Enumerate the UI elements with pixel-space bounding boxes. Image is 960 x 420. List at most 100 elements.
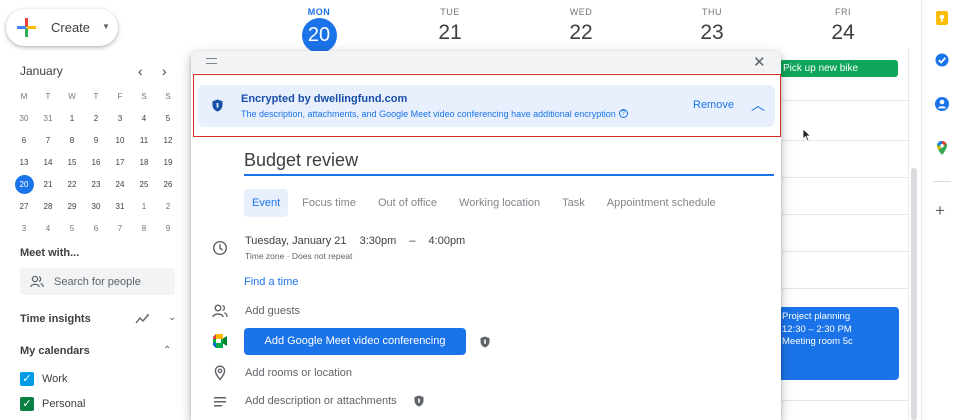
day-number[interactable]: 23 xyxy=(672,21,752,45)
mini-calendar-day[interactable]: 11 xyxy=(132,130,156,152)
mini-calendar-day[interactable]: 9 xyxy=(156,218,180,240)
maps-icon[interactable] xyxy=(934,140,950,156)
event-date[interactable]: Tuesday, January 21 xyxy=(245,235,347,247)
mini-calendar-day[interactable]: 12 xyxy=(156,130,180,152)
contacts-icon[interactable] xyxy=(934,96,950,112)
mini-calendar-day[interactable]: 17 xyxy=(108,152,132,174)
mini-calendar-day[interactable]: 19 xyxy=(156,152,180,174)
mini-calendar-day[interactable]: 2 xyxy=(156,196,180,218)
remove-encryption-button[interactable]: Remove xyxy=(693,99,734,111)
mini-calendar-day[interactable]: 4 xyxy=(36,218,60,240)
help-icon[interactable]: ? xyxy=(618,109,628,118)
mini-calendar-day[interactable]: 6 xyxy=(12,130,36,152)
chevron-down-icon[interactable]: ⌄ xyxy=(168,312,176,323)
mini-calendar-day[interactable]: 30 xyxy=(12,108,36,130)
add-guests-input[interactable]: Add guests xyxy=(245,305,300,317)
day-number[interactable]: 22 xyxy=(541,21,621,45)
mini-calendar-day[interactable]: 26 xyxy=(156,174,180,196)
tasks-icon[interactable] xyxy=(934,52,950,68)
find-a-time-link[interactable]: Find a time xyxy=(244,276,298,288)
my-calendars-title[interactable]: My calendars xyxy=(20,345,90,357)
mini-calendar-day[interactable]: 25 xyxy=(132,174,156,196)
tab-focus-time[interactable]: Focus time xyxy=(294,189,364,217)
event-project-planning[interactable]: Project planning 12:30 – 2:30 PM Meeting… xyxy=(778,307,899,380)
mini-calendar-day[interactable]: 9 xyxy=(84,130,108,152)
search-people-input[interactable]: Search for people xyxy=(20,268,175,295)
mini-calendar-day[interactable]: 8 xyxy=(132,218,156,240)
mini-calendar-day[interactable]: 28 xyxy=(36,196,60,218)
day-number: 16 xyxy=(91,158,101,167)
chevron-left-icon[interactable]: ‹ xyxy=(138,63,143,79)
mini-calendar-day[interactable]: 31 xyxy=(36,108,60,130)
day-number[interactable]: 21 xyxy=(410,21,490,45)
mini-calendar-day[interactable]: 23 xyxy=(84,174,108,196)
day-header-tue[interactable]: TUE 21 xyxy=(410,7,490,45)
event-end-time[interactable]: 4:00pm xyxy=(429,235,466,247)
add-description-input[interactable]: Add description or attachments xyxy=(245,395,397,407)
tab-out-of-office[interactable]: Out of office xyxy=(370,189,445,217)
day-header-fri[interactable]: FRI 24 xyxy=(803,7,883,45)
event-type-tabs: Event Focus time Out of office Working l… xyxy=(244,189,730,217)
day-header-thu[interactable]: THU 23 xyxy=(672,7,752,45)
mini-calendar-day[interactable]: 5 xyxy=(156,108,180,130)
chevron-up-icon[interactable]: ︿ xyxy=(751,95,765,115)
mini-calendar-day[interactable]: 4 xyxy=(132,108,156,130)
calendar-item-personal[interactable]: ✓ Personal xyxy=(20,396,170,412)
add-addon-icon[interactable]: + xyxy=(935,202,945,219)
mini-calendar-day[interactable]: 16 xyxy=(84,152,108,174)
mini-calendar-day[interactable]: 14 xyxy=(36,152,60,174)
insights-sparkle-icon[interactable] xyxy=(135,313,151,325)
calendar-item-work[interactable]: ✓ Work xyxy=(20,371,170,387)
event-start-time[interactable]: 3:30pm xyxy=(360,235,397,247)
day-header-wed[interactable]: WED 22 xyxy=(541,7,621,45)
mini-calendar-day[interactable]: 7 xyxy=(108,218,132,240)
day-header-mon[interactable]: MON 20 xyxy=(279,7,359,53)
scrollbar-thumb[interactable] xyxy=(911,168,917,420)
mini-calendar-day[interactable]: 1 xyxy=(132,196,156,218)
time-insights-title[interactable]: Time insights xyxy=(20,313,91,325)
event-pick-up-bike[interactable]: Pick up new bike xyxy=(780,60,898,77)
mini-calendar-day[interactable]: 30 xyxy=(84,196,108,218)
sidebar: Create ▼ January ‹ › M T W T F S S 30 31 1 2 3 4 5 6 7 8… xyxy=(0,0,190,420)
day-number[interactable]: 24 xyxy=(803,21,883,45)
tab-working-location[interactable]: Working location xyxy=(451,189,548,217)
mini-calendar-day[interactable]: 3 xyxy=(108,108,132,130)
timezone-repeat-link[interactable]: Time zone · Does not repeat xyxy=(245,251,352,261)
chevron-right-icon[interactable]: › xyxy=(162,63,167,79)
mini-calendar-day[interactable]: 22 xyxy=(60,174,84,196)
mini-calendar-day[interactable]: 7 xyxy=(36,130,60,152)
close-icon[interactable]: ✕ xyxy=(753,53,766,71)
mini-calendar-day[interactable]: 6 xyxy=(84,218,108,240)
mini-calendar-day[interactable]: 31 xyxy=(108,196,132,218)
weekday-label: T xyxy=(93,92,99,101)
mini-calendar-day[interactable]: 20 xyxy=(12,174,36,196)
day-number[interactable]: 20 xyxy=(301,18,337,53)
mini-calendar-day[interactable]: 21 xyxy=(36,174,60,196)
mini-calendar-day[interactable]: 3 xyxy=(12,218,36,240)
create-button[interactable]: Create ▼ xyxy=(6,9,118,46)
keep-icon[interactable] xyxy=(934,10,950,26)
add-google-meet-button[interactable]: Add Google Meet video conferencing xyxy=(244,328,466,355)
mini-calendar-day[interactable]: 5 xyxy=(60,218,84,240)
mini-calendar-day[interactable]: 15 xyxy=(60,152,84,174)
add-rooms-location-input[interactable]: Add rooms or location xyxy=(245,367,352,379)
mini-calendar-day[interactable]: 13 xyxy=(12,152,36,174)
tab-task[interactable]: Task xyxy=(554,189,593,217)
tab-event[interactable]: Event xyxy=(244,189,289,217)
mini-calendar-day[interactable]: 2 xyxy=(84,108,108,130)
mini-calendar-day[interactable]: 29 xyxy=(60,196,84,218)
mini-calendar-day[interactable]: 1 xyxy=(60,108,84,130)
checkbox-checked-icon[interactable]: ✓ xyxy=(20,397,34,411)
mini-calendar-day[interactable]: 10 xyxy=(108,130,132,152)
mini-calendar-day[interactable]: 27 xyxy=(12,196,36,218)
mini-calendar-day[interactable]: 8 xyxy=(60,130,84,152)
event-title-input[interactable]: Budget review xyxy=(244,150,774,176)
tab-appointment-schedule[interactable]: Appointment schedule xyxy=(599,189,724,217)
chevron-up-icon[interactable]: ⌃ xyxy=(163,345,171,356)
dialog-drag-bar[interactable]: ✕ xyxy=(191,51,781,73)
checkbox-checked-icon[interactable]: ✓ xyxy=(20,372,34,386)
drag-handle-icon[interactable] xyxy=(206,58,217,64)
mini-calendar-day[interactable]: 24 xyxy=(108,174,132,196)
event-datetime[interactable]: Tuesday, January 21 3:30pm – 4:00pm xyxy=(245,235,465,247)
mini-calendar-day[interactable]: 18 xyxy=(132,152,156,174)
